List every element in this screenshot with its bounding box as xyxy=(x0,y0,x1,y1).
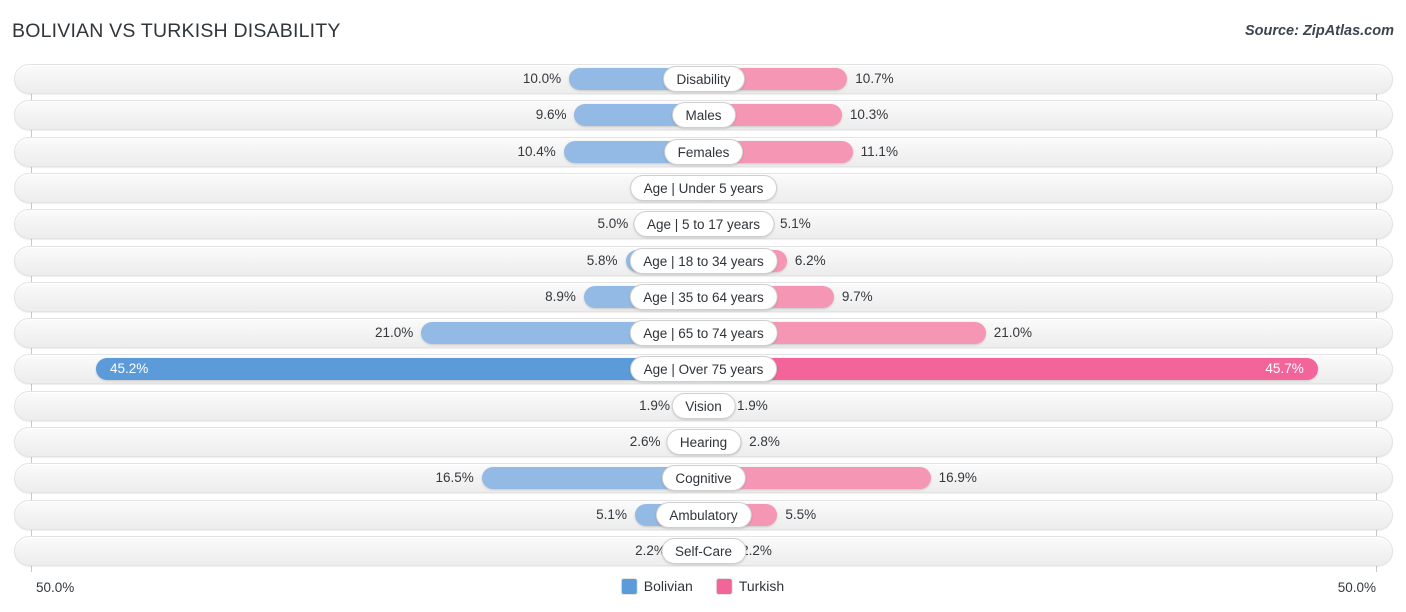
table-row[interactable]: 1.9% 1.9% Vision xyxy=(14,390,1393,421)
chart-header: BOLIVIAN VS TURKISH DISABILITY Source: Z… xyxy=(0,0,1406,58)
value-label-bolivian: 21.0% xyxy=(374,325,414,341)
value-label-bolivian: 2.6% xyxy=(629,434,661,449)
table-row[interactable]: 10.0% 10.7% Disability xyxy=(14,64,1393,94)
value-label-bolivian: 2.2% xyxy=(635,542,666,558)
value-label-turkish: 10.3% xyxy=(849,107,889,123)
value-label-turkish: 5.1% xyxy=(780,216,811,232)
category-label[interactable]: Self-Care xyxy=(660,537,747,564)
source-attribution: Source: ZipAtlas.com xyxy=(1244,23,1394,39)
legend-item[interactable]: Turkish xyxy=(716,578,785,594)
axis-label-left: 50.0% xyxy=(36,580,75,595)
value-label-turkish: 2.2% xyxy=(741,542,772,558)
value-label-bolivian: 5.8% xyxy=(586,252,618,268)
category-label[interactable]: Cognitive xyxy=(661,465,746,492)
category-label[interactable]: Males xyxy=(671,102,736,129)
value-label-turkish: 6.2% xyxy=(794,252,826,268)
value-label-bolivian: 10.4% xyxy=(517,143,556,159)
table-row[interactable]: 21.0% 21.0% Age | 65 to 74 years xyxy=(14,318,1393,349)
category-label[interactable]: Age | 5 to 17 years xyxy=(632,211,775,238)
table-row[interactable]: 45.2% 45.7% Age | Over 75 years xyxy=(14,354,1393,385)
legend-item[interactable]: Bolivian xyxy=(621,578,693,594)
table-row[interactable]: 5.1% 5.5% Ambulatory xyxy=(14,499,1393,530)
category-label[interactable]: Age | 65 to 74 years xyxy=(629,320,778,347)
category-label[interactable]: Age | Under 5 years xyxy=(629,174,778,201)
legend-swatch-bolivian xyxy=(621,578,637,594)
table-row[interactable]: 8.9% 9.7% Age | 35 to 64 years xyxy=(14,281,1393,312)
axis-label-right: 50.0% xyxy=(1337,580,1376,595)
value-label-turkish: 11.1% xyxy=(860,143,898,159)
table-row[interactable]: 5.0% 5.1% Age | 5 to 17 years xyxy=(14,209,1393,240)
value-label-bolivian: 10.0% xyxy=(522,71,562,86)
value-label-bolivian: 9.6% xyxy=(535,107,567,123)
value-label-turkish: 2.8% xyxy=(749,434,780,449)
value-label-bolivian: 5.0% xyxy=(597,216,629,232)
category-label[interactable]: Ambulatory xyxy=(655,501,752,528)
legend-label: Turkish xyxy=(738,578,785,594)
category-label[interactable]: Age | Over 75 years xyxy=(629,356,778,383)
table-row[interactable]: 5.8% 6.2% Age | 18 to 34 years xyxy=(14,245,1393,276)
category-label[interactable]: Hearing xyxy=(665,429,742,455)
value-label-bolivian: 5.1% xyxy=(596,506,627,522)
table-row[interactable]: 16.5% 16.9% Cognitive xyxy=(14,463,1393,494)
value-label-bolivian: 8.9% xyxy=(545,288,576,304)
page-title: BOLIVIAN VS TURKISH DISABILITY xyxy=(12,20,341,42)
category-label[interactable]: Females xyxy=(663,138,744,165)
value-label-turkish: 5.5% xyxy=(785,506,817,522)
value-label-turkish: 9.7% xyxy=(841,288,873,304)
value-label-turkish: 10.7% xyxy=(855,71,894,86)
table-row[interactable]: 10.4% 11.1% Females xyxy=(14,136,1393,167)
chart-footer: 50.0% 50.0% Bolivian Turkish xyxy=(0,574,1406,612)
table-row[interactable]: 2.2% 2.2% Self-Care xyxy=(14,535,1393,566)
category-label[interactable]: Vision xyxy=(671,392,736,419)
legend-label: Bolivian xyxy=(643,578,693,594)
category-label[interactable]: Age | 35 to 64 years xyxy=(629,283,778,310)
chart-plot-area: 10.0% 10.7% Disability 9.6% 10.3% Males 10.4% 1… xyxy=(0,58,1406,574)
value-label-bolivian: 1.9% xyxy=(639,397,670,413)
chart-page: BOLIVIAN VS TURKISH DISABILITY Source: Z… xyxy=(0,0,1406,612)
table-row[interactable]: 1.0%1.1%Age | Under 5 years xyxy=(14,172,1393,203)
value-label-bolivian: 16.5% xyxy=(435,470,474,486)
category-label[interactable]: Age | 18 to 34 years xyxy=(629,247,778,274)
value-label-turkish: 1.9% xyxy=(737,397,768,413)
table-row[interactable]: 2.6% 2.8% Hearing xyxy=(14,427,1393,457)
value-label-turkish: 16.9% xyxy=(938,470,977,486)
value-label-turkish: 21.0% xyxy=(993,325,1033,341)
chart-legend: Bolivian Turkish xyxy=(621,578,785,594)
category-label[interactable]: Disability xyxy=(662,66,745,92)
table-row[interactable]: 9.6% 10.3% Males xyxy=(14,100,1393,131)
value-label-bolivian: 45.2% xyxy=(110,361,149,377)
legend-swatch-turkish xyxy=(716,578,732,594)
value-label-turkish: 45.7% xyxy=(1265,361,1304,377)
